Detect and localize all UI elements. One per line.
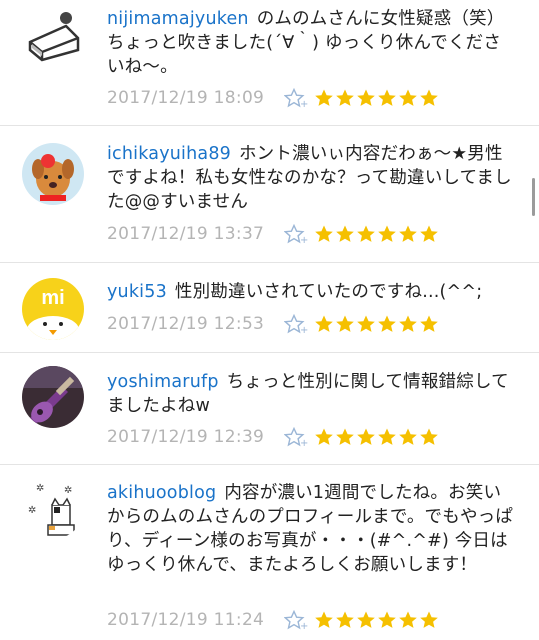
timestamp: 2017/12/19 11:24 (107, 610, 265, 630)
username-link[interactable]: ichikayuiha89 (107, 144, 231, 164)
timestamp: 2017/12/19 13:37 (107, 224, 265, 244)
star-icon (399, 428, 417, 445)
avatar[interactable]: mi (22, 278, 84, 340)
add-star-icon[interactable]: + (283, 426, 309, 449)
star-icon (420, 611, 438, 628)
svg-text:+: + (300, 438, 308, 447)
comment-meta: 2017/12/19 13:37 + (107, 221, 440, 247)
star-icon (399, 225, 417, 242)
star-icon (378, 89, 396, 106)
star-icon (336, 225, 354, 242)
star-rating (314, 224, 440, 244)
timestamp: 2017/12/19 18:09 (107, 88, 265, 108)
star-icon (357, 225, 375, 242)
comment-meta: 2017/12/19 11:24 + (107, 607, 440, 633)
svg-text:+: + (300, 325, 308, 334)
avatar[interactable] (22, 366, 84, 428)
svg-text:+: + (300, 235, 308, 244)
comment-text: nijimamajyuken のムのムさんに女性疑惑（笑）ちょっと吹きました(´∀… (107, 7, 517, 79)
cake-icon (22, 4, 84, 66)
star-icon (315, 611, 333, 628)
add-star-icon[interactable]: + (283, 313, 309, 336)
svg-text:✲: ✲ (36, 483, 44, 494)
username-link[interactable]: nijimamajyuken (107, 9, 249, 29)
star-icon (378, 428, 396, 445)
star-icon (378, 611, 396, 628)
star-icon (336, 315, 354, 332)
comment-body: 性別勘違いされていたのですね...(^^; (174, 282, 483, 302)
star-icon (399, 611, 417, 628)
username-link[interactable]: yuki53 (107, 282, 167, 302)
svg-text:✲: ✲ (64, 485, 72, 496)
star-rating (314, 610, 440, 630)
comment-item: ✲ ✲ ✲ akihuooblog 内容が濃い1週間でしたね。お笑いからのムのムさ… (0, 465, 539, 640)
comment-meta: 2017/12/19 12:39 + (107, 424, 440, 450)
add-star-icon[interactable]: + (283, 87, 309, 110)
star-icon (357, 428, 375, 445)
star-icon (399, 89, 417, 106)
avatar[interactable] (22, 143, 84, 205)
comment-item: yoshimarufp ちょっと性別に関して情報錯綜してましたよねw 2017/1… (0, 353, 539, 463)
comment-item: ichikayuiha89 ホント濃いぃ内容だわぁ〜★男性ですよね！私も女性なのか… (0, 126, 539, 260)
star-icon (357, 611, 375, 628)
star-icon (420, 428, 438, 445)
comment-item: mi yuki53 性別勘違いされていたのですね...(^^; 2017/12/1… (0, 263, 539, 351)
star-icon (315, 89, 333, 106)
mi-chick-icon: mi (22, 278, 84, 340)
star-rating (314, 427, 440, 447)
star-icon (378, 315, 396, 332)
svg-text:+: + (300, 99, 308, 108)
comment-text: yoshimarufp ちょっと性別に関して情報錯綜してましたよねw (107, 370, 517, 418)
star-icon (336, 89, 354, 106)
svg-text:+: + (300, 621, 308, 630)
svg-text:✲: ✲ (28, 505, 36, 516)
star-icon (399, 315, 417, 332)
star-icon (357, 315, 375, 332)
star-icon (420, 225, 438, 242)
star-rating (314, 314, 440, 334)
svg-text:mi: mi (41, 287, 64, 309)
star-icon (420, 315, 438, 332)
scrollbar[interactable] (532, 178, 535, 216)
dog-icon (22, 143, 84, 205)
cat-doodle-icon: ✲ ✲ ✲ (22, 477, 84, 539)
timestamp: 2017/12/19 12:53 (107, 314, 265, 334)
add-star-icon[interactable]: + (283, 609, 309, 632)
star-icon (336, 611, 354, 628)
avatar[interactable] (22, 4, 84, 66)
username-link[interactable]: yoshimarufp (107, 372, 219, 392)
guitar-photo-icon (22, 366, 84, 428)
star-icon (315, 428, 333, 445)
comment-item: nijimamajyuken のムのムさんに女性疑惑（笑）ちょっと吹きました(´∀… (0, 0, 539, 125)
comment-text: ichikayuiha89 ホント濃いぃ内容だわぁ〜★男性ですよね！私も女性なのか… (107, 142, 517, 214)
star-icon (315, 315, 333, 332)
comment-text: akihuooblog 内容が濃い1週間でしたね。お笑いからのムのムさんのプロフィ… (107, 481, 517, 577)
star-icon (420, 89, 438, 106)
comment-meta: 2017/12/19 18:09 + (107, 85, 440, 111)
add-star-icon[interactable]: + (283, 223, 309, 246)
star-rating (314, 88, 440, 108)
comment-text: yuki53 性別勘違いされていたのですね...(^^; (107, 280, 517, 304)
star-icon (315, 225, 333, 242)
star-icon (378, 225, 396, 242)
username-link[interactable]: akihuooblog (107, 483, 216, 503)
star-icon (336, 428, 354, 445)
comment-meta: 2017/12/19 12:53 + (107, 311, 440, 337)
timestamp: 2017/12/19 12:39 (107, 427, 265, 447)
avatar[interactable]: ✲ ✲ ✲ (22, 477, 84, 539)
star-icon (357, 89, 375, 106)
